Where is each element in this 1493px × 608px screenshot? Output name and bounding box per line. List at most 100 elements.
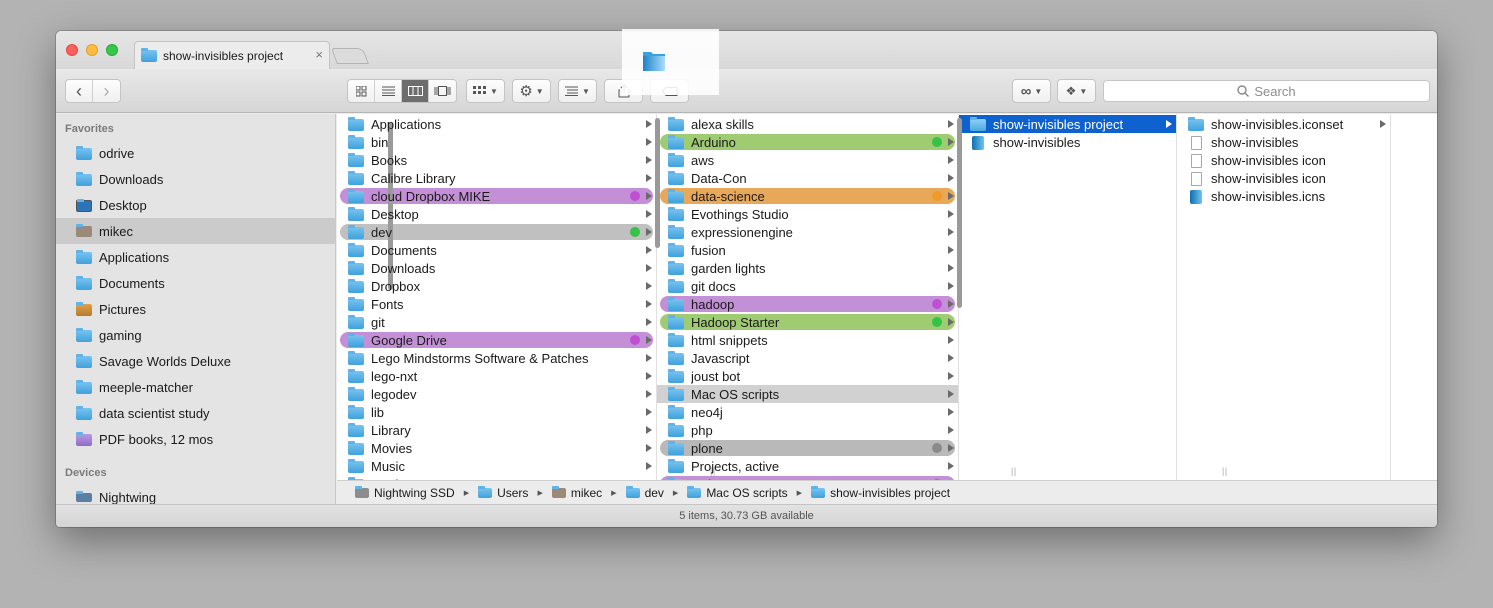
- file-row[interactable]: show-invisibles: [1177, 133, 1390, 151]
- search-icon: [1237, 85, 1250, 97]
- tag-dot-icon: [630, 227, 640, 237]
- file-row[interactable]: Fonts: [337, 295, 656, 313]
- column-resize-handle[interactable]: | |: [1222, 466, 1227, 476]
- sidebar-item-data-scientist-study[interactable]: data scientist study: [56, 400, 335, 426]
- file-row[interactable]: Documents: [337, 241, 656, 259]
- path-segment[interactable]: dev: [625, 486, 664, 500]
- tab-current[interactable]: show-invisibles project ×: [134, 41, 330, 69]
- file-row[interactable]: cloud Dropbox MIKE: [337, 187, 656, 205]
- file-row[interactable]: show-invisibles: [959, 133, 1176, 151]
- tab-close-icon[interactable]: ×: [315, 47, 323, 62]
- file-row[interactable]: Desktop: [337, 205, 656, 223]
- file-row[interactable]: Calibre Library: [337, 169, 656, 187]
- file-row[interactable]: Google Drive: [337, 331, 656, 349]
- folder-icon: [478, 486, 493, 498]
- sidebar-item-desktop[interactable]: Desktop: [56, 192, 335, 218]
- file-row[interactable]: aws: [657, 151, 958, 169]
- file-row[interactable]: Library: [337, 421, 656, 439]
- path-segment[interactable]: Nightwing SSD: [355, 486, 455, 500]
- file-row[interactable]: Downloads: [337, 259, 656, 277]
- tag-dot-icon: [932, 191, 942, 201]
- sidebar-item-savage-worlds-deluxe[interactable]: Savage Worlds Deluxe: [56, 348, 335, 374]
- file-row[interactable]: fusion: [657, 241, 958, 259]
- file-row[interactable]: lib: [337, 403, 656, 421]
- file-row[interactable]: Projects, active: [657, 457, 958, 475]
- file-row[interactable]: Hadoop Starter: [657, 313, 958, 331]
- path-segment[interactable]: mikec: [551, 486, 602, 500]
- back-button[interactable]: ‹: [66, 80, 93, 102]
- search-field[interactable]: Search: [1103, 80, 1430, 102]
- sidebar-item-pictures[interactable]: Pictures: [56, 296, 335, 322]
- icon-view-button[interactable]: [348, 80, 375, 102]
- dropbox-button[interactable]: ❖ ▼: [1057, 79, 1096, 103]
- file-name: Google Drive: [371, 332, 447, 348]
- file-row[interactable]: garden lights: [657, 259, 958, 277]
- file-row[interactable]: Evothings Studio: [657, 205, 958, 223]
- file-row[interactable]: dev: [337, 223, 656, 241]
- file-row[interactable]: data-science: [657, 187, 958, 205]
- path-segment[interactable]: Users: [478, 486, 528, 500]
- file-row[interactable]: show-invisibles project: [959, 115, 1176, 133]
- file-row[interactable]: show-invisibles icon: [1177, 169, 1390, 187]
- file-name: php: [691, 422, 713, 438]
- sidebar-item-meeple-matcher[interactable]: meeple-matcher: [56, 374, 335, 400]
- sidebar-item-pdf-books-12-mos[interactable]: PDF books, 12 mos: [56, 426, 335, 452]
- file-row[interactable]: Movies: [337, 439, 656, 457]
- new-tab-button[interactable]: [331, 48, 369, 64]
- file-row[interactable]: Music ...: [337, 475, 656, 480]
- file-row[interactable]: Mac OS scripts: [657, 385, 958, 403]
- file-row[interactable]: git: [337, 313, 656, 331]
- sidebar-item-downloads[interactable]: Downloads: [56, 166, 335, 192]
- file-row[interactable]: Lego Mindstorms Software & Patches: [337, 349, 656, 367]
- scrollbar-column-2[interactable]: [957, 118, 962, 308]
- file-row[interactable]: expressionengine: [657, 223, 958, 241]
- odrive-button[interactable]: ∞ ▼: [1012, 79, 1051, 103]
- zoom-window-button[interactable]: [106, 44, 118, 56]
- file-row[interactable]: bin: [337, 133, 656, 151]
- file-row[interactable]: Data-Con: [657, 169, 958, 187]
- file-row[interactable]: neo4j: [657, 403, 958, 421]
- file-row[interactable]: alexa skills: [657, 115, 958, 133]
- group-by-button[interactable]: ▼: [558, 79, 597, 103]
- file-row[interactable]: python: [657, 475, 958, 480]
- file-row[interactable]: Javascript: [657, 349, 958, 367]
- file-row[interactable]: git docs: [657, 277, 958, 295]
- minimize-window-button[interactable]: [86, 44, 98, 56]
- file-row[interactable]: html snippets: [657, 331, 958, 349]
- disclosure-arrow-icon: [646, 228, 652, 236]
- file-row[interactable]: show-invisibles icon: [1177, 151, 1390, 169]
- folder-icon: [668, 422, 684, 437]
- column-view-button[interactable]: [402, 80, 429, 102]
- close-window-button[interactable]: [66, 44, 78, 56]
- list-view-button[interactable]: [375, 80, 402, 102]
- sidebar-item-applications[interactable]: Applications: [56, 244, 335, 270]
- sidebar-item-gaming[interactable]: gaming: [56, 322, 335, 348]
- path-segment[interactable]: Mac OS scripts: [687, 486, 788, 500]
- sidebar-item-mikec[interactable]: mikec: [56, 218, 335, 244]
- file-row[interactable]: plone: [657, 439, 958, 457]
- file-row[interactable]: show-invisibles.iconset: [1177, 115, 1390, 133]
- file-row[interactable]: Music: [337, 457, 656, 475]
- folder-icon: [348, 314, 364, 329]
- file-row[interactable]: Dropbox: [337, 277, 656, 295]
- file-row[interactable]: show-invisibles.icns: [1177, 187, 1390, 205]
- column-resize-handle[interactable]: | |: [1011, 466, 1016, 476]
- sidebar-item-documents[interactable]: Documents: [56, 270, 335, 296]
- file-row[interactable]: joust bot: [657, 367, 958, 385]
- sidebar-item-odrive[interactable]: odrive: [56, 140, 335, 166]
- forward-button[interactable]: ›: [93, 80, 120, 102]
- arrange-button[interactable]: ▼: [466, 79, 505, 103]
- scrollbar-column-1[interactable]: [655, 118, 660, 248]
- file-row[interactable]: Applications: [337, 115, 656, 133]
- file-row[interactable]: Arduino: [657, 133, 958, 151]
- file-row[interactable]: php: [657, 421, 958, 439]
- cover-flow-button[interactable]: [429, 80, 456, 102]
- folder-icon: [811, 486, 826, 498]
- file-row[interactable]: hadoop: [657, 295, 958, 313]
- path-segment[interactable]: show-invisibles project: [811, 486, 950, 500]
- file-row[interactable]: legodev: [337, 385, 656, 403]
- file-row[interactable]: lego-nxt: [337, 367, 656, 385]
- action-button[interactable]: ⚙ ▼: [512, 79, 551, 103]
- file-row[interactable]: Books: [337, 151, 656, 169]
- folder-icon: [668, 368, 684, 383]
